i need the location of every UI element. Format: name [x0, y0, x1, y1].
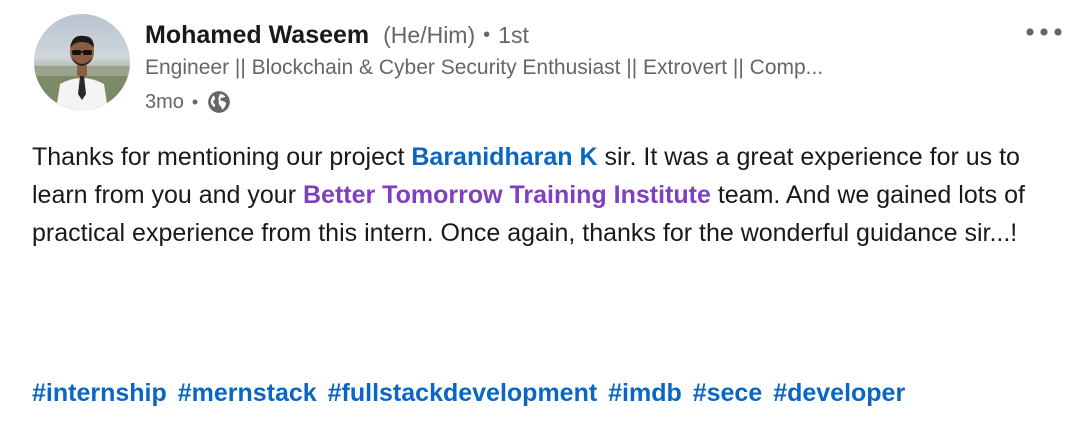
- author-pronouns: (He/Him): [383, 21, 476, 48]
- author-info-row: Mohamed Waseem (He/Him) • 1st: [145, 18, 529, 52]
- separator-dot: •: [483, 23, 491, 46]
- post-timestamp[interactable]: 3mo: [145, 91, 184, 114]
- hashtag-link[interactable]: #imdb: [608, 379, 682, 407]
- hashtag-link[interactable]: #mernstack: [178, 379, 317, 407]
- hashtag-link[interactable]: #fullstackdevelopment: [328, 379, 598, 407]
- more-options-button[interactable]: [1020, 18, 1068, 46]
- hashtag-link[interactable]: #sece: [693, 379, 763, 407]
- avatar[interactable]: [34, 14, 130, 110]
- hashtag-list: #internship #mernstack #fullstackdevelop…: [32, 374, 909, 412]
- connection-degree: 1st: [498, 21, 529, 48]
- post-text-part-1: Thanks for mentioning our project: [32, 143, 412, 171]
- hashtag-link[interactable]: #developer: [773, 379, 905, 407]
- profile-photo: [34, 35, 130, 110]
- author-name[interactable]: Mohamed Waseem: [145, 21, 369, 50]
- more-horizontal-icon: [1026, 28, 1062, 36]
- globe-icon: [206, 89, 232, 115]
- mention-company-link[interactable]: Better Tomorrow Training Institute: [303, 181, 711, 209]
- meta-separator-dot: •: [191, 91, 199, 112]
- author-headline: Engineer || Blockchain & Cyber Security …: [145, 56, 824, 79]
- hashtag-link[interactable]: #internship: [32, 379, 167, 407]
- post-meta: 3mo •: [145, 88, 232, 116]
- post-body: Thanks for mentioning our project Barani…: [32, 138, 1072, 252]
- post-card: Mohamed Waseem (He/Him) • 1st Engineer |…: [0, 0, 1092, 424]
- mention-person-link[interactable]: Baranidharan K: [411, 143, 597, 171]
